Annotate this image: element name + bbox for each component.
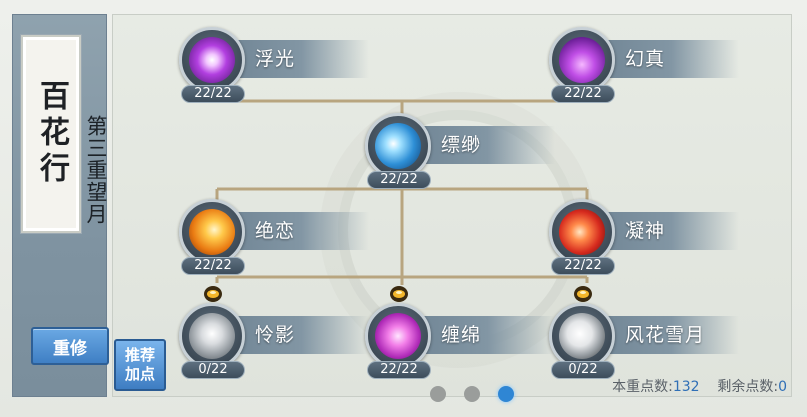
skill-orb [365, 113, 431, 179]
remaining-points-value: 0 [778, 379, 787, 395]
skill-name: 怜影 [255, 324, 296, 346]
skill-orb [179, 27, 245, 93]
page-dot[interactable] [464, 386, 480, 402]
skill-node[interactable]: 0/22 怜影 [179, 286, 369, 383]
skill-orb [365, 303, 431, 369]
skill-level: 22/22 [551, 257, 615, 275]
skill-level: 22/22 [181, 85, 245, 103]
points-summary: 本重点数:132 剩余点数:0 [612, 376, 787, 396]
sect-panel: 百花行 第三重望月 重修 [12, 14, 109, 397]
grey-mist-icon [189, 313, 235, 359]
page-dot[interactable] [430, 386, 446, 402]
crimson-blade-icon [559, 209, 605, 255]
violet-sparkles-icon [559, 37, 605, 83]
skill-level: 0/22 [551, 361, 615, 379]
sect-title: 百花行 [34, 80, 69, 188]
sect-scroll: 百花行 [21, 35, 81, 233]
skill-node[interactable]: 22/22 绝恋 [179, 199, 369, 279]
skill-orb [549, 303, 615, 369]
skill-node[interactable]: 22/22 浮光 [179, 27, 369, 107]
skill-orb [179, 303, 245, 369]
skill-name: 浮光 [255, 48, 296, 70]
pink-petals-icon [375, 313, 421, 359]
skill-tree-panel: 22/22 浮光 22/22 幻真 22/22 缥缈 22/22 绝恋 22/2… [112, 14, 792, 397]
reset-button[interactable]: 重修 [31, 327, 109, 365]
blue-wave-icon [375, 123, 421, 169]
skill-name: 缥缈 [441, 134, 482, 156]
skill-orb [549, 27, 615, 93]
gold-orb-icon [204, 286, 222, 302]
skill-level: 22/22 [551, 85, 615, 103]
used-points-label: 本重点数: [612, 379, 673, 395]
tier-title: 第三重望月 [84, 115, 108, 225]
moon-icon [559, 313, 605, 359]
recommend-points-button[interactable]: 推荐 加点 [114, 339, 166, 391]
recommend-label-line2: 加点 [124, 365, 155, 383]
skill-level: 0/22 [181, 361, 245, 379]
skill-name: 缠绵 [441, 324, 482, 346]
skill-name: 风花雪月 [625, 324, 706, 346]
skill-level: 22/22 [367, 171, 431, 189]
skill-name: 绝恋 [255, 220, 296, 242]
skill-node[interactable]: 22/22 凝神 [549, 199, 739, 279]
gold-orb-icon [574, 286, 592, 302]
used-points-value: 132 [672, 379, 700, 395]
gold-strike-icon [189, 209, 235, 255]
page-dot-active[interactable] [498, 386, 514, 402]
page-indicator [430, 386, 530, 402]
skill-node[interactable]: 22/22 幻真 [549, 27, 739, 107]
purple-burst-icon [189, 37, 235, 83]
recommend-label-line1: 推荐 [124, 346, 155, 364]
skill-name: 凝神 [625, 220, 666, 242]
skill-level: 22/22 [367, 361, 431, 379]
skill-node[interactable]: 22/22 缠绵 [365, 286, 555, 383]
gold-orb-icon [390, 286, 408, 302]
remaining-points-label: 剩余点数: [717, 379, 779, 395]
skill-orb [549, 199, 615, 265]
skill-name: 幻真 [625, 48, 666, 70]
skill-node[interactable]: 22/22 缥缈 [365, 113, 555, 193]
skill-orb [179, 199, 245, 265]
skill-level: 22/22 [181, 257, 245, 275]
skill-node[interactable]: 0/22 风花雪月 [549, 286, 739, 383]
skill-tree-screen: 百花行 第三重望月 重修 22/22 浮光 22/22 幻真 22/22 缥缈 … [0, 0, 807, 417]
